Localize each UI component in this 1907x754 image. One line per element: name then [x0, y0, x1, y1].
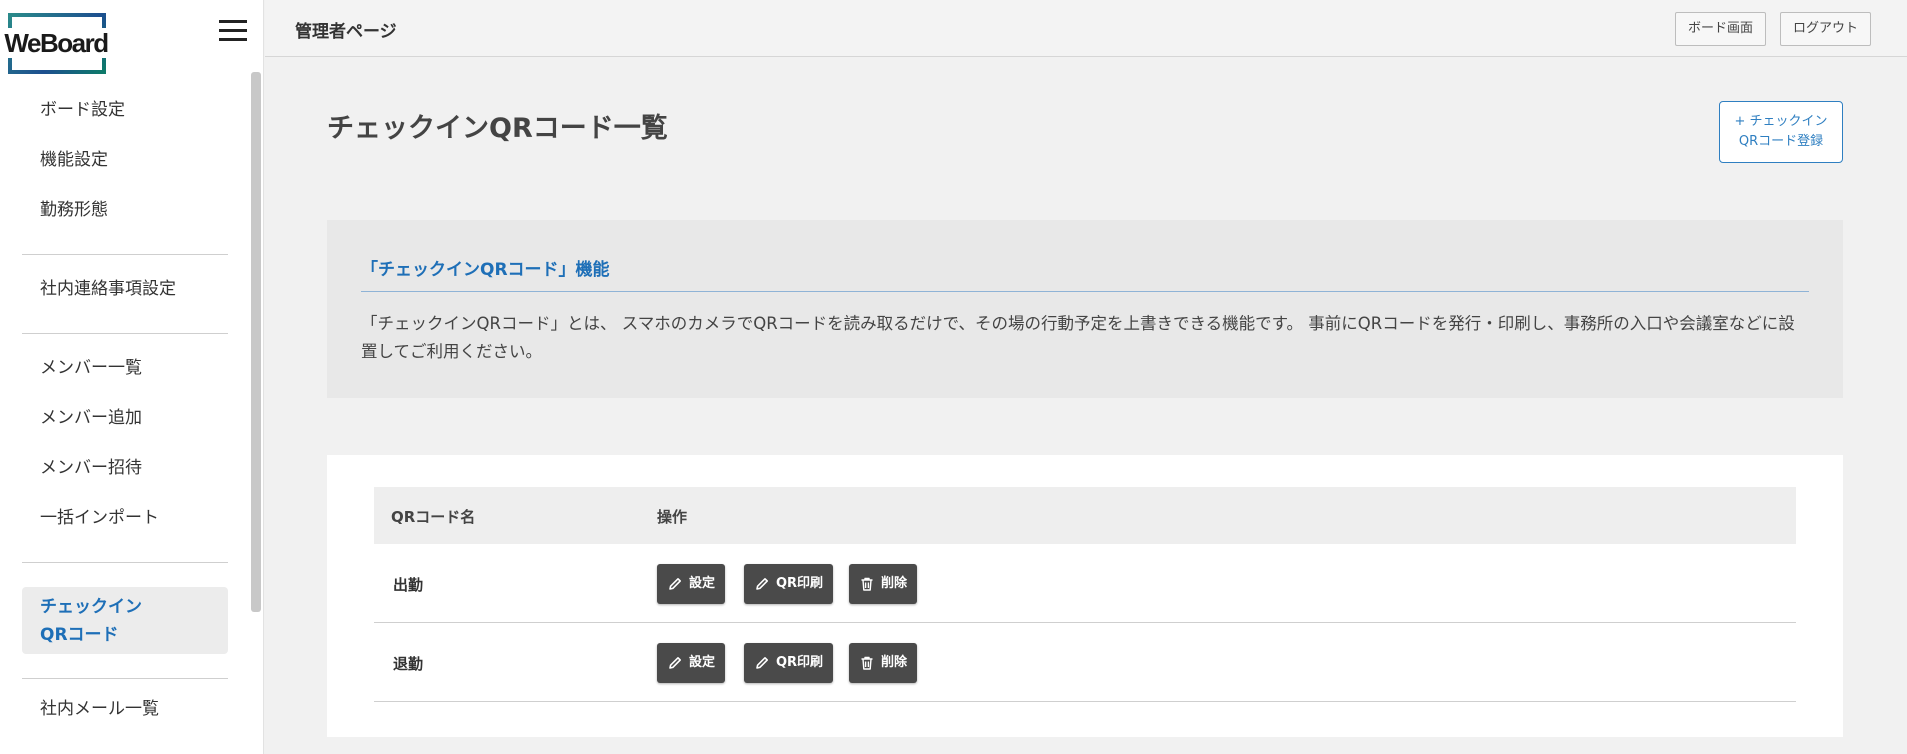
button-label: 削除: [881, 576, 908, 591]
logo-text: WeBoard: [4, 28, 109, 58]
edit-button[interactable]: 設定: [657, 564, 726, 604]
table-row: 退勤 設定 QR印刷 削除: [374, 623, 1796, 702]
qr-print-button[interactable]: QR印刷: [744, 564, 834, 604]
feature-info-box: 「チェックインQRコード」機能 「チェックインQRコード」とは、 スマホのカメラ…: [327, 220, 1843, 398]
column-header-actions: 操作: [657, 508, 688, 526]
delete-button[interactable]: 削除: [849, 564, 918, 604]
pencil-icon: [669, 657, 681, 669]
divider: [22, 562, 228, 563]
delete-button[interactable]: 削除: [849, 643, 918, 683]
hamburger-icon[interactable]: [219, 18, 247, 44]
sidebar-item-label: QRコード: [40, 625, 119, 645]
trash-icon: [861, 577, 873, 591]
divider: [22, 254, 228, 255]
sidebar-item-board-settings[interactable]: ボード設定: [22, 90, 228, 140]
button-label: QR印刷: [776, 576, 824, 591]
weboard-logo[interactable]: WeBoard: [0, 13, 112, 74]
sidebar-item-work-styles[interactable]: 勤務形態: [22, 190, 228, 240]
pencil-icon: [669, 578, 681, 590]
column-header-name: QRコード名: [391, 508, 476, 526]
sidebar-item-member-add[interactable]: メンバー追加: [22, 398, 228, 448]
divider: [22, 333, 228, 334]
pencil-icon: [756, 578, 768, 590]
info-description: 「チェックインQRコード」とは、 スマホのカメラでQRコードを読み取るだけで、そ…: [361, 314, 1795, 361]
board-screen-button[interactable]: ボード画面: [1675, 12, 1767, 46]
pencil-icon: [756, 657, 768, 669]
sidebar-item-checkin-qr[interactable]: チェックイン QRコード: [22, 587, 228, 654]
qr-table-card: QRコード名 操作 出勤 設定 QR印刷 削除 退勤 設定 QR印刷 削除: [327, 455, 1843, 737]
button-label: 削除: [881, 655, 908, 670]
divider: [22, 678, 228, 679]
add-checkin-qr-button[interactable]: + チェックイン QRコード登録: [1719, 101, 1843, 163]
sidebar-item-internal-notices[interactable]: 社内連絡事項設定: [22, 269, 228, 319]
sidebar-item-bulk-import[interactable]: 一括インポート: [22, 498, 228, 548]
button-label: 設定: [689, 576, 716, 591]
logout-button[interactable]: ログアウト: [1780, 12, 1872, 46]
sidebar-item-feature-settings[interactable]: 機能設定: [22, 140, 228, 190]
top-bar: 管理者ページ ボード画面 ログアウト: [265, 0, 1907, 57]
main-content: チェックインQRコード一覧 + チェックイン QRコード登録 「チェックインQR…: [265, 58, 1907, 754]
qr-table: QRコード名 操作 出勤 設定 QR印刷 削除 退勤 設定 QR印刷 削除: [374, 487, 1796, 702]
button-label: 設定: [689, 655, 716, 670]
sidebar-item-internal-mail[interactable]: 社内メール一覧: [22, 689, 228, 739]
sidebar: WeBoard ボード設定 機能設定 勤務形態 社内連絡事項設定 メンバー一覧 …: [0, 0, 264, 754]
page-title: チェックインQRコード一覧: [327, 113, 668, 144]
add-button-line2: QRコード登録: [1738, 134, 1824, 149]
sidebar-scrollbar[interactable]: [251, 72, 261, 612]
qr-code-name: 出勤: [393, 576, 424, 594]
sidebar-item-label: チェックイン: [40, 597, 142, 617]
edit-button[interactable]: 設定: [657, 643, 726, 683]
admin-page-title: 管理者ページ: [295, 22, 397, 42]
sidebar-item-member-list[interactable]: メンバー一覧: [22, 348, 228, 398]
info-heading: 「チェックインQRコード」機能: [361, 255, 1809, 292]
table-row: 出勤 設定 QR印刷 削除: [374, 544, 1796, 623]
sidebar-nav: ボード設定 機能設定 勤務形態 社内連絡事項設定 メンバー一覧 メンバー追加 メ…: [22, 90, 228, 739]
qr-print-button[interactable]: QR印刷: [744, 643, 834, 683]
sidebar-item-member-invite[interactable]: メンバー招待: [22, 448, 228, 498]
add-button-line1: + チェックイン: [1734, 114, 1828, 129]
button-label: QR印刷: [776, 655, 824, 670]
table-header: QRコード名 操作: [374, 487, 1796, 544]
trash-icon: [861, 656, 873, 670]
qr-code-name: 退勤: [393, 655, 424, 673]
